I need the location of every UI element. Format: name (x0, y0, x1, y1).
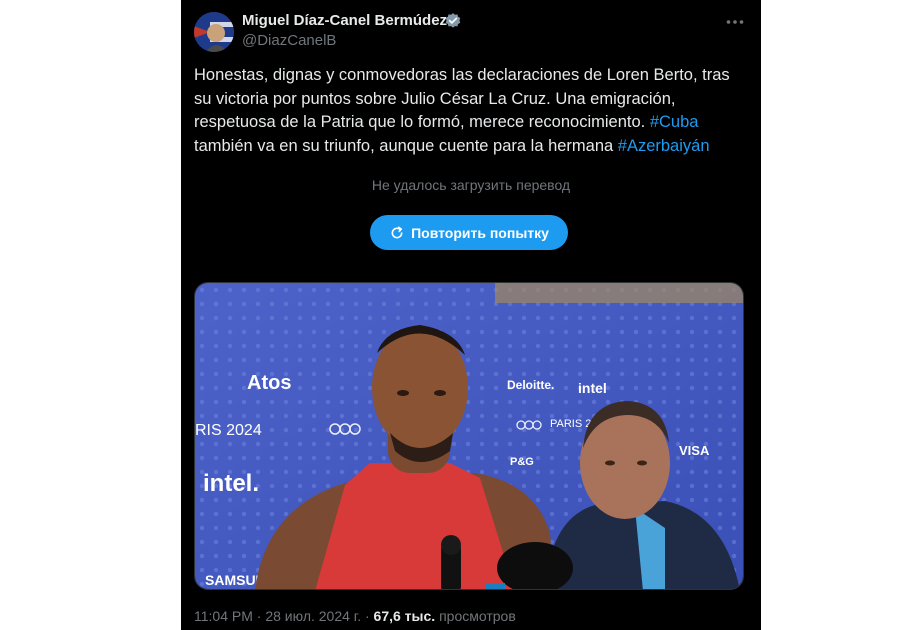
tweet-date[interactable]: 28 июл. 2024 г. (265, 608, 361, 624)
sponsor-text: intel (578, 380, 607, 396)
verified-icon (445, 13, 461, 28)
tweet-video[interactable]: Atos Deloitte. intel PARIS 2024 intel. R… (194, 282, 744, 590)
more-icon (726, 20, 744, 24)
sponsor-text: RIS 2024 (195, 422, 262, 439)
views-count: 67,6 тыс. (373, 608, 436, 624)
author-name[interactable]: Miguel Díaz-Canel Bermúdez (242, 12, 447, 29)
retry-translation-button[interactable]: Повторить попытку (370, 215, 568, 250)
tweet-panel: Miguel Díaz-Canel Bermúdez @DiazCanelB H… (181, 0, 761, 630)
hashtag-azerbaiyan-link[interactable]: #Azerbaiyán (618, 137, 710, 155)
sponsor-text: Atos (247, 372, 291, 394)
sponsor-text: Deloitte. (507, 378, 554, 392)
tweet-text: Honestas, dignas y conmovedoras las decl… (194, 64, 750, 158)
translation-error-text: Не удалось загрузить перевод (371, 177, 571, 193)
sponsor-text: VISA (679, 443, 710, 458)
author-handle[interactable]: @DiazCanelB (242, 32, 336, 49)
tweet-meta: 11:04 PM · 28 июл. 2024 г. · 67,6 тыс. п… (194, 608, 516, 624)
refresh-icon (391, 226, 403, 238)
more-button[interactable] (723, 12, 747, 32)
sponsor-text: intel. (203, 470, 259, 497)
video-frame: Atos Deloitte. intel PARIS 2024 intel. R… (195, 283, 743, 589)
hashtag-cuba-link[interactable]: #Cuba (650, 113, 699, 131)
meta-separator: · (252, 608, 266, 624)
avatar[interactable] (194, 12, 234, 52)
views-label: просмотров (435, 608, 516, 624)
sponsor-text: P&G (510, 456, 534, 468)
meta-separator: · (361, 608, 374, 624)
retry-translation-label: Повторить попытку (411, 224, 549, 241)
tweet-text-part: también va en su triunfo, aunque cuente … (194, 136, 618, 155)
tweet-time[interactable]: 11:04 PM (194, 608, 253, 624)
